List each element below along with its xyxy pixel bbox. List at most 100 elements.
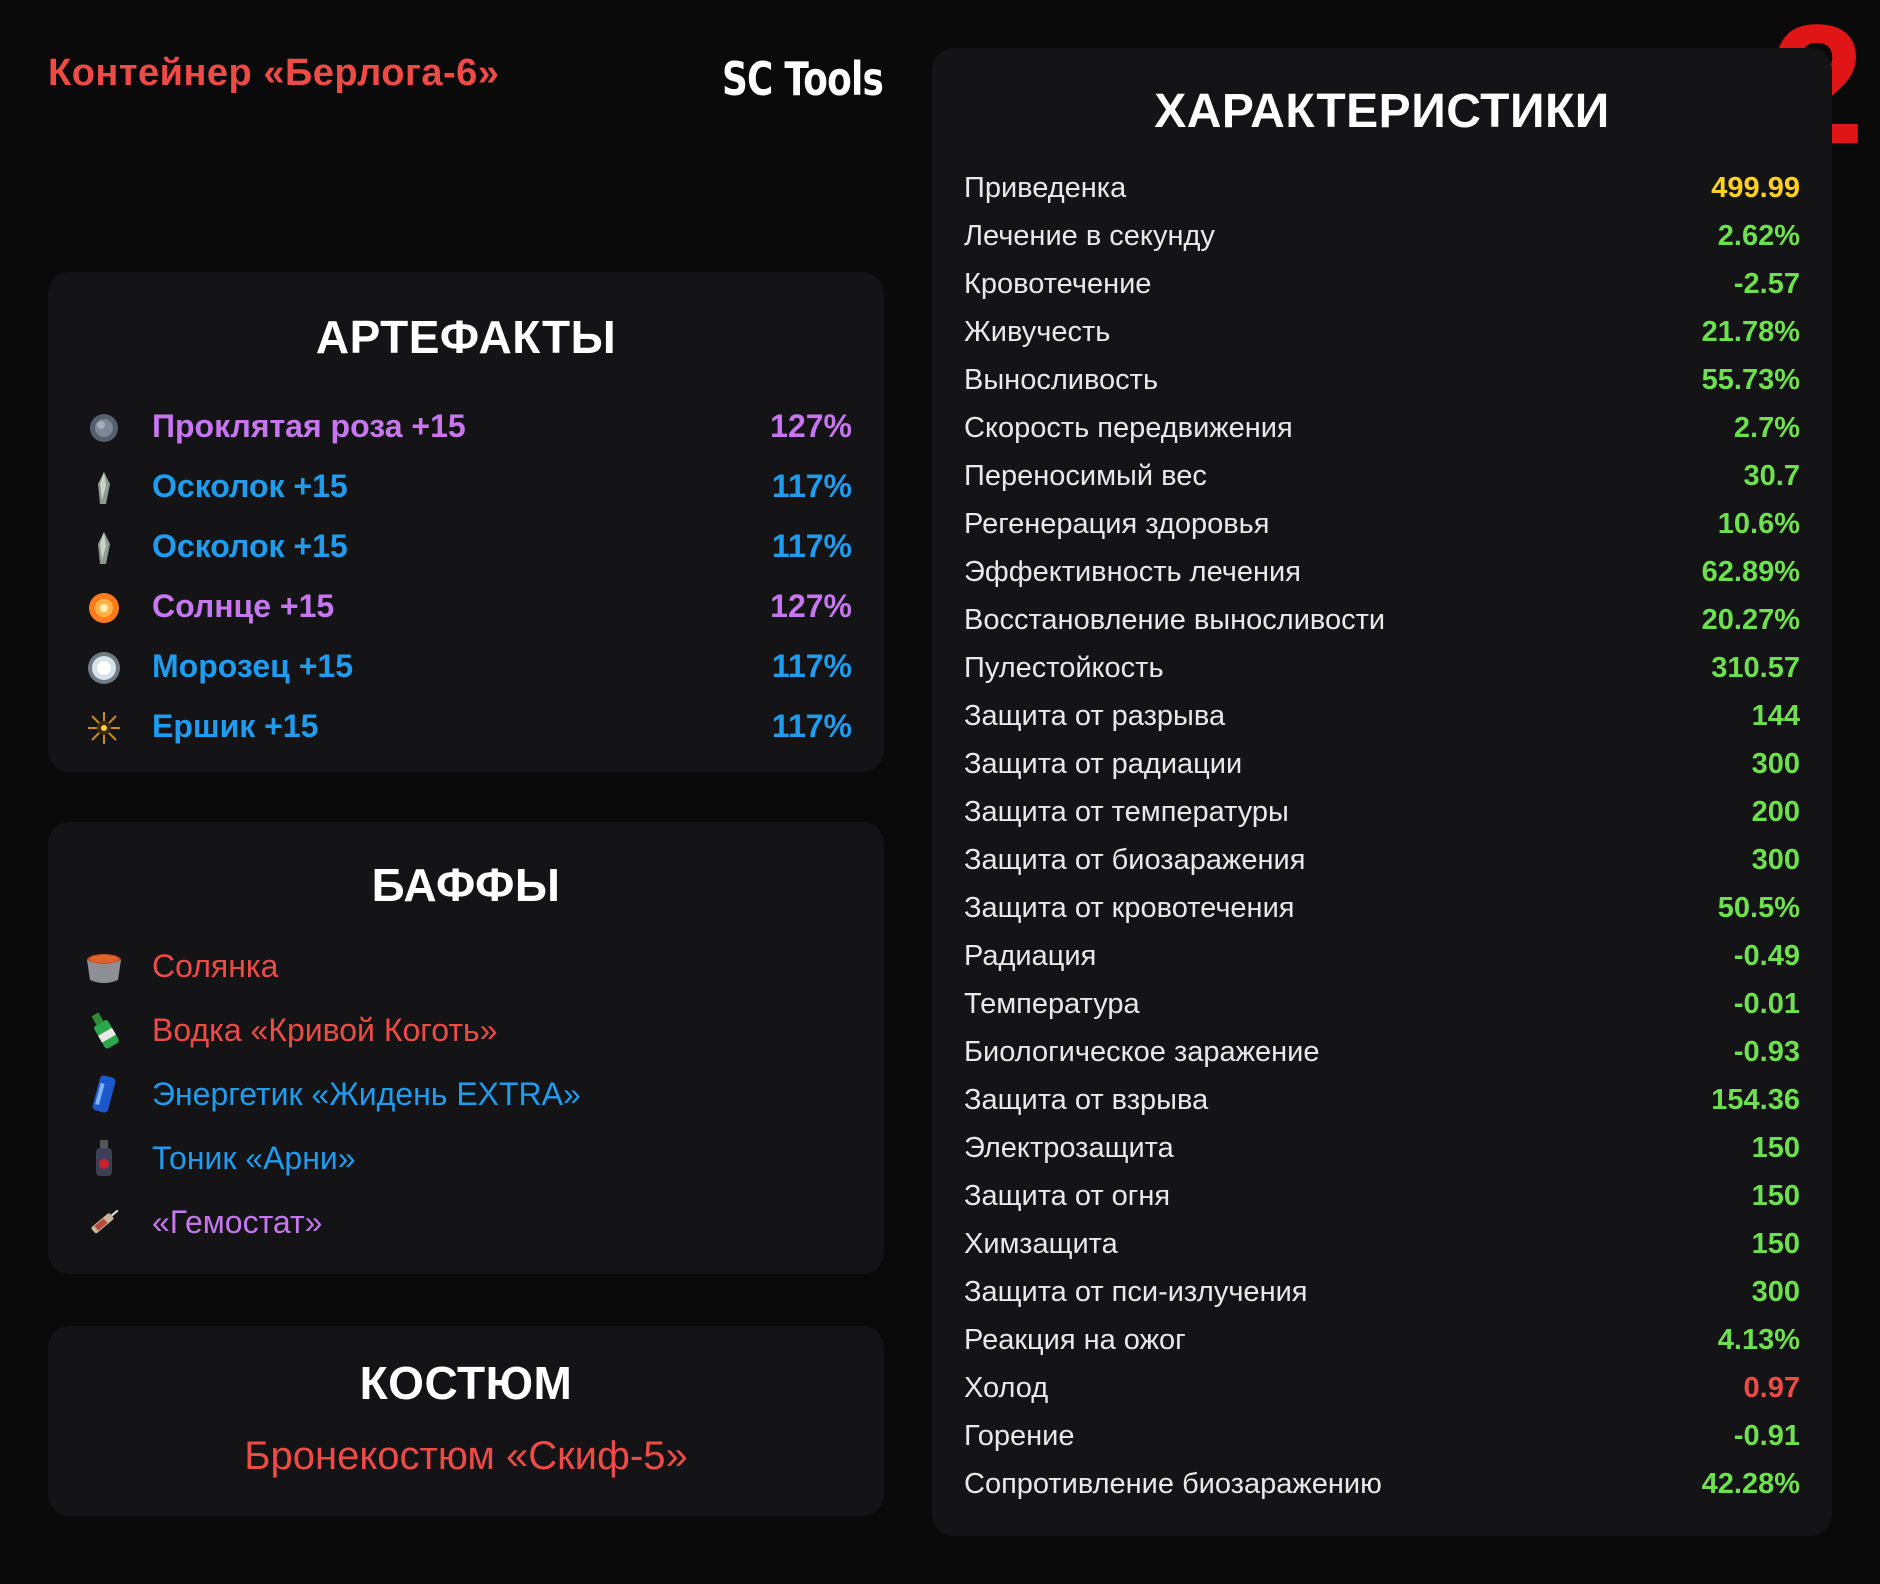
stats-title: ХАРАКТЕРИСТИКИ [1154,85,1610,138]
stat-row: Холод 0.97 [964,1364,1800,1412]
artifact-row[interactable]: Проклятая роза +15 127% [48,398,884,458]
artifact-row[interactable]: Морозец +15 117% [48,638,884,698]
suit-name[interactable]: Бронекостюм «Скиф-5» [48,1434,884,1479]
buff-row[interactable]: Солянка [48,936,884,996]
artifact-row[interactable]: Осколок +15 117% [48,458,884,518]
artifact-name: Осколок +15 [152,528,348,564]
buff-name: Солянка [152,948,279,984]
artifact-row[interactable]: Солнце +15 127% [48,578,884,638]
stat-value: -0.93 [1733,1036,1800,1068]
stat-label: Химзащита [964,1228,1118,1260]
stat-value: 4.13% [1717,1324,1800,1356]
stat-label: Сопротивление биозаражению [964,1468,1382,1500]
stat-value: 0.97 [1743,1372,1800,1404]
stat-value: 154.36 [1711,1084,1800,1116]
urchin-artifact-icon [86,710,122,746]
stat-value: 10.6% [1717,508,1800,540]
stat-row: Кровотечение -2.57 [964,260,1800,308]
stat-row: Защита от температуры 200 [964,788,1800,836]
artifact-name: Морозец +15 [152,648,353,684]
buff-name: Энергетик «Жидень EXTRA» [152,1076,581,1112]
stat-label: Регенерация здоровья [964,508,1270,540]
artifact-percent: 117% [771,528,852,564]
stat-label: Защита от кровотечения [964,892,1295,924]
artifact-name: Солнце +15 [152,588,335,624]
buff-name: «Гемостат» [152,1204,323,1240]
stat-label: Скорость передвижения [964,412,1293,444]
stat-value: 150 [1751,1180,1800,1212]
stat-label: Биологическое заражение [964,1036,1320,1068]
stat-value: 499.99 [1711,172,1800,204]
stat-label: Защита от пси-излучения [964,1276,1308,1308]
artifact-percent: 127% [770,588,852,624]
shard-artifact-icon [86,530,122,566]
stat-label: Кровотечение [964,268,1152,300]
sun-artifact-icon [86,590,122,626]
rose-artifact-icon [86,410,122,446]
buff-name: Тоник «Арни» [152,1140,356,1176]
brand-logo: SC Tools [722,52,884,106]
stat-row: Переносимый вес 30.7 [964,452,1800,500]
buff-row[interactable]: «Гемостат» [48,1192,884,1252]
stat-row: Восстановление выносливости 20.27% [964,596,1800,644]
stat-row: Защита от биозаражения 300 [964,836,1800,884]
stat-value: 300 [1751,1276,1800,1308]
buff-row[interactable]: Водка «Кривой Коготь» [48,1000,884,1060]
stat-row: Эффективность лечения 62.89% [964,548,1800,596]
stat-label: Защита от разрыва [964,700,1226,732]
tonic-bottle-icon [84,1138,124,1178]
artifact-name: Осколок +15 [152,468,348,504]
stat-row: Живучесть 21.78% [964,308,1800,356]
stat-label: Защита от радиации [964,748,1243,780]
energy-can-icon [84,1074,124,1114]
buff-row[interactable]: Тоник «Арни» [48,1128,884,1188]
artifact-percent: 117% [771,468,852,504]
artifact-percent: 127% [770,408,852,444]
suit-panel: КОСТЮМ Бронекостюм «Скиф-5» [48,1326,884,1516]
stat-value: -0.49 [1733,940,1800,972]
stat-label: Пулестойкость [964,652,1164,684]
stat-row: Защита от огня 150 [964,1172,1800,1220]
syringe-icon [84,1202,124,1242]
stat-row: Радиация -0.49 [964,932,1800,980]
shard-artifact-icon [86,470,122,506]
stat-label: Лечение в секунду [964,220,1215,252]
buff-row[interactable]: Энергетик «Жидень EXTRA» [48,1064,884,1124]
stat-label: Защита от огня [964,1180,1171,1212]
stat-label: Переносимый вес [964,460,1207,492]
stat-value: -0.91 [1733,1420,1800,1452]
artifact-percent: 117% [771,708,852,744]
stat-value: -2.57 [1733,268,1800,300]
stat-row: Электрозащита 150 [964,1124,1800,1172]
artifact-row[interactable]: Осколок +15 117% [48,518,884,578]
stat-value: 150 [1751,1132,1800,1164]
artifact-name: Проклятая роза +15 [152,408,466,444]
stat-value: 50.5% [1717,892,1800,924]
frost-artifact-icon [86,650,122,686]
stat-row: Защита от кровотечения 50.5% [964,884,1800,932]
stat-label: Температура [964,988,1140,1020]
stat-row: Биологическое заражение -0.93 [964,1028,1800,1076]
stat-row: Приведенка 499.99 [964,164,1800,212]
stat-value: -0.01 [1733,988,1800,1020]
stat-value: 2.62% [1717,220,1800,252]
stat-row: Реакция на ожог 4.13% [964,1316,1800,1364]
stat-row: Химзащита 150 [964,1220,1800,1268]
stat-label: Выносливость [964,364,1159,396]
stat-row: Защита от радиации 300 [964,740,1800,788]
stat-value: 20.27% [1701,604,1800,636]
artifacts-title: АРТЕФАКТЫ [315,311,617,363]
stat-value: 62.89% [1701,556,1800,588]
artifact-row[interactable]: Ершик +15 117% [48,698,884,758]
buff-name: Водка «Кривой Коготь» [152,1012,498,1048]
stat-label: Восстановление выносливости [964,604,1386,636]
stat-label: Защита от биозаражения [964,844,1306,876]
stat-label: Радиация [964,940,1097,972]
stats-panel: ХАРАКТЕРИСТИКИ Приведенка 499.99 Лечение в… [932,48,1832,1536]
stat-label: Холод [964,1372,1049,1404]
buffs-panel: БАФФЫ Солянка Водка «Кривой Коготь» Энерге… [48,822,884,1274]
stat-value: 310.57 [1711,652,1800,684]
stat-value: 300 [1751,748,1800,780]
stat-label: Защита от температуры [964,796,1289,828]
stat-value: 21.78% [1701,316,1800,348]
